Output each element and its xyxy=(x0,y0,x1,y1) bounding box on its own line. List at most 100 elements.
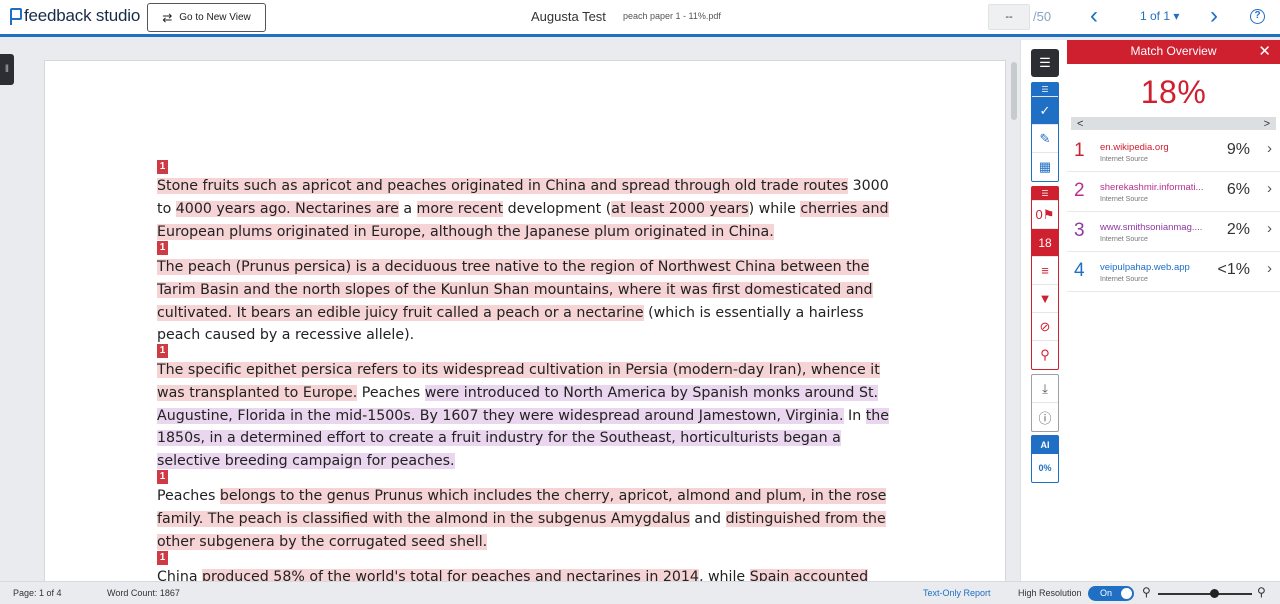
document-paragraph: 1 The peach (Prunus persica) is a deciduo… xyxy=(157,241,892,347)
match-source-type: Internet Source xyxy=(1100,196,1148,203)
match-source-type: Internet Source xyxy=(1100,236,1148,243)
tool-column: ☰ ☰ ✓ ✎ ▦ ☰ 0 ⚑ 18 ≡ ▼ ⊘ ⚲ ⤓ ⓘ AI 0% xyxy=(1020,40,1067,581)
document-title: Augusta Test xyxy=(531,9,606,24)
high-resolution-toggle[interactable]: On xyxy=(1088,586,1134,601)
match-source-type: Internet Source xyxy=(1100,276,1148,283)
document-text: China xyxy=(157,569,203,581)
document-text: Peaches xyxy=(357,384,425,401)
grading-layer-icon: ☰ xyxy=(1032,83,1058,97)
highlighted-match-text[interactable]: at least 2000 years xyxy=(611,200,749,217)
document-text: development ( xyxy=(503,200,612,217)
match-list: 1 en.wikipedia.org Internet Source 9% › 2 sher… xyxy=(1067,132,1280,292)
swap-arrows-icon: ⇄ xyxy=(162,10,173,25)
match-number: 1 xyxy=(1074,140,1085,161)
zoom-in-icon[interactable]: ⚲ xyxy=(1257,585,1266,599)
go-to-new-view-label: Go to New View xyxy=(179,12,251,23)
chevron-right-icon[interactable]: › xyxy=(1267,220,1272,237)
zoom-slider-knob[interactable] xyxy=(1210,589,1220,598)
highlighted-match-text[interactable]: The specific epithet persica refers to i… xyxy=(157,362,439,378)
export-tools: ⤓ ⓘ xyxy=(1031,374,1059,432)
edit-icon[interactable]: ✎ xyxy=(1032,125,1058,153)
match-source-name[interactable]: veipulpahap.web.app xyxy=(1100,262,1208,273)
match-percentage: <1% xyxy=(1217,261,1250,278)
document-text: Peaches xyxy=(157,488,220,504)
match-percentage: 9% xyxy=(1226,141,1250,158)
ai-label: AI xyxy=(1032,436,1058,454)
ai-writing-indicator[interactable]: AI 0% xyxy=(1031,435,1059,483)
highlighted-match-text[interactable]: Stone fruits such as apricot and peaches… xyxy=(157,178,849,194)
rubric-grid-icon[interactable]: ▦ xyxy=(1032,153,1058,181)
document-paragraph: 1 Peaches belongs to the genus Prunus whi… xyxy=(157,470,892,553)
match-percentage: 2% xyxy=(1226,221,1250,238)
zoom-slider[interactable] xyxy=(1158,589,1252,598)
match-marker[interactable]: 1 xyxy=(157,344,168,358)
info-icon[interactable]: ⓘ xyxy=(1032,403,1058,431)
text-only-report-link[interactable]: Text-Only Report xyxy=(923,588,991,598)
chevron-right-icon[interactable]: › xyxy=(1267,260,1272,277)
match-source-row[interactable]: 2 sherekashmir.informati... Internet Sourc… xyxy=(1067,172,1280,212)
document-text: , while xyxy=(698,569,750,581)
filter-icon[interactable]: ▼ xyxy=(1032,285,1058,313)
highlighted-match-text[interactable]: 4000 years ago. Nectarines are xyxy=(175,200,399,217)
match-pager: < > xyxy=(1071,117,1276,130)
pager-next-button[interactable]: > xyxy=(1264,118,1270,130)
status-bar: Page: 1 of 4 Word Count: 1867 Text-Only … xyxy=(0,581,1280,604)
highlighted-match-text[interactable]: more recent xyxy=(416,200,504,217)
match-overview-title: Match Overview xyxy=(1130,44,1217,58)
download-icon[interactable]: ⤓ xyxy=(1032,375,1058,403)
match-source-row[interactable]: 1 en.wikipedia.org Internet Source 9% › xyxy=(1067,132,1280,172)
word-count: Word Count: 1867 xyxy=(107,588,180,598)
match-marker[interactable]: 1 xyxy=(157,470,168,484)
document-scrollbar[interactable] xyxy=(1011,62,1017,120)
close-icon[interactable]: ✕ xyxy=(1258,40,1271,64)
document-paragraph: 1 Stone fruits such as apricot and peache… xyxy=(157,160,892,243)
all-sources-icon[interactable]: ≡ xyxy=(1032,257,1058,285)
flags-count: 0 xyxy=(1035,207,1043,222)
document-text: and xyxy=(689,510,726,527)
layers-icon[interactable]: ☰ xyxy=(1031,49,1059,77)
match-marker[interactable]: 1 xyxy=(157,160,168,174)
checkbox-icon[interactable]: ✓ xyxy=(1032,97,1058,125)
submission-page-selector[interactable]: 1 of 1 ▾ xyxy=(1140,9,1179,23)
logo-text: feedback studio xyxy=(24,6,141,25)
previous-page-icon[interactable]: ‹ xyxy=(1090,3,1098,29)
match-source-row[interactable]: 4 veipulpahap.web.app Internet Source <1% › xyxy=(1067,252,1280,292)
match-number: 2 xyxy=(1074,180,1085,201)
document-filename: peach paper 1 - 11%.pdf xyxy=(623,11,721,21)
exclude-icon[interactable]: ⊘ xyxy=(1032,313,1058,341)
match-source-row[interactable]: 3 www.smithsonianmag.... Internet Source 2%… xyxy=(1067,212,1280,252)
document-text: ) while xyxy=(748,200,801,217)
document-paragraph: 1 China produced 58% of the world's total… xyxy=(157,551,892,581)
document-viewer[interactable]: 1 Stone fruits such as apricot and peache… xyxy=(14,40,1020,581)
match-source-type: Internet Source xyxy=(1100,156,1148,163)
match-source-name[interactable]: sherekashmir.informati... xyxy=(1100,182,1208,193)
match-marker[interactable]: 1 xyxy=(157,241,168,255)
go-to-new-view-button[interactable]: ⇄ Go to New View xyxy=(147,3,266,32)
pager-prev-button[interactable]: < xyxy=(1077,118,1083,130)
zoom-out-icon[interactable]: ⚲ xyxy=(1142,585,1151,599)
flags-icon[interactable]: 0 ⚑ xyxy=(1032,201,1058,229)
page-indicator: Page: 1 of 4 xyxy=(13,588,62,598)
match-overview-button[interactable]: 18 xyxy=(1032,229,1058,257)
match-number: 4 xyxy=(1074,260,1085,281)
chevron-right-icon[interactable]: › xyxy=(1267,180,1272,197)
match-overview-panel: Match Overview ✕ 18% < > 1 en.wikipedia.o… xyxy=(1067,40,1280,581)
next-page-icon[interactable]: › xyxy=(1210,3,1218,29)
feedback-studio-logo: feedback studio xyxy=(8,6,140,26)
similarity-tools: ☰ 0 ⚑ 18 ≡ ▼ ⊘ ⚲ xyxy=(1031,186,1059,370)
highlighted-match-text[interactable]: produced 58% of the world's total for pe… xyxy=(202,569,699,581)
match-source-name[interactable]: www.smithsonianmag.... xyxy=(1100,222,1208,233)
page-number-input[interactable]: -- xyxy=(988,4,1030,30)
match-source-name[interactable]: en.wikipedia.org xyxy=(1100,142,1208,153)
top-bar: feedback studio ⇄ Go to New View Augusta… xyxy=(0,0,1280,37)
match-overview-header: Match Overview ✕ xyxy=(1067,40,1280,64)
document-text: In xyxy=(843,407,866,424)
match-number: 3 xyxy=(1074,220,1085,241)
match-marker[interactable]: 1 xyxy=(157,551,168,565)
search-source-icon[interactable]: ⚲ xyxy=(1032,341,1058,369)
help-icon[interactable]: ? xyxy=(1250,9,1265,24)
similarity-score: 18% xyxy=(1140,74,1207,110)
high-resolution-label: High Resolution xyxy=(1018,588,1082,598)
side-panel-toggle[interactable]: ‖ xyxy=(0,54,14,85)
chevron-right-icon[interactable]: › xyxy=(1267,140,1272,157)
